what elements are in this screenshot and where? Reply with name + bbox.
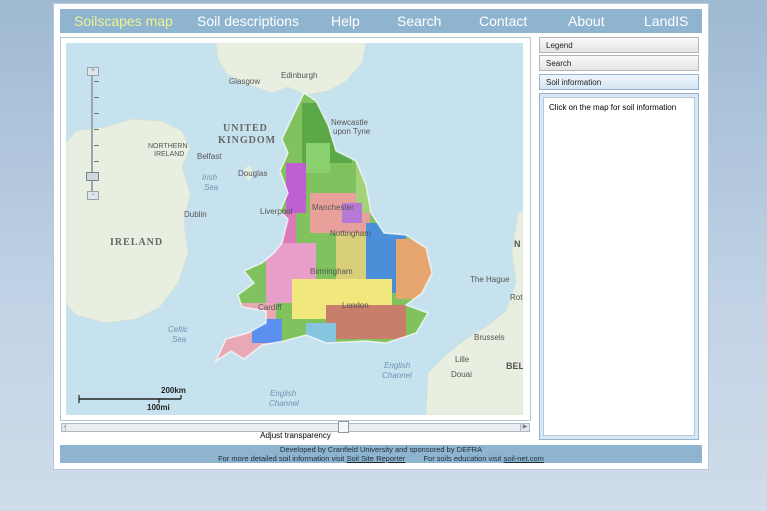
map-label-irish-sea: Sea <box>204 183 219 192</box>
zoom-control: + − <box>86 67 99 200</box>
map-label-ireland: IRELAND <box>110 237 164 248</box>
map-label-belfast: Belfast <box>197 152 222 161</box>
soil-net-link[interactable]: soil-net.com <box>503 454 543 463</box>
map-label-manchester: Manchester <box>312 203 354 212</box>
soil-site-reporter-link[interactable]: Soil Site Reporter <box>346 454 405 463</box>
map-label-the-hague: The Hague <box>470 275 510 284</box>
map-label-liverpool: Liverpool <box>260 207 293 216</box>
map-label-kingdom: KINGDOM <box>218 135 277 146</box>
zoom-slider-handle[interactable] <box>86 172 99 182</box>
nav-help[interactable]: Help <box>331 9 360 33</box>
page-container: Soilscapes map Soil descriptions Help Se… <box>53 3 709 470</box>
map-label-northern: NORTHERN <box>148 143 188 150</box>
zoom-in-button[interactable]: + <box>87 67 99 76</box>
zoom-tick <box>94 97 99 98</box>
map-label-lille: Lille <box>455 355 470 364</box>
nav-contact[interactable]: Contact <box>479 9 527 33</box>
map-label-english-east: English <box>384 361 411 370</box>
nav-landis[interactable]: LandIS <box>644 9 688 33</box>
zoom-tick <box>94 129 99 130</box>
soil-information-content: Click on the map for soil information <box>543 97 695 436</box>
scale-bar: 200km 100mi <box>77 386 207 415</box>
soil-information-message: Click on the map for soil information <box>549 103 677 112</box>
transparency-control: ◀ ▶ Adjust transparency <box>61 420 530 440</box>
footer-soil-site-prefix: For more detailed soil information visit <box>218 453 345 463</box>
map-label-douai: Douai <box>451 370 472 379</box>
map-label-birmingham: Birmingham <box>310 267 353 276</box>
footer: Developed by Cranfield University and sp… <box>60 445 702 463</box>
nav-soil-descriptions[interactable]: Soil descriptions <box>197 9 299 33</box>
soil-information-tab[interactable]: Soil information <box>539 74 699 90</box>
map-label-newcastle: Newcastle <box>331 118 368 127</box>
map-label-london: London <box>342 301 369 310</box>
map-label-upon-tyne: upon Tyne <box>333 127 371 136</box>
main-navigation: Soilscapes map Soil descriptions Help Se… <box>60 9 702 33</box>
map-frame: Glasgow Edinburgh UNITED KINGDOM NORTHER… <box>60 37 531 440</box>
zoom-tick <box>94 145 99 146</box>
map-label-northern-ireland: IRELAND <box>154 151 185 158</box>
map-label-glasgow: Glasgow <box>229 77 261 86</box>
legend-tab[interactable]: Legend <box>539 37 699 53</box>
map-label-edinburgh: Edinburgh <box>281 71 318 80</box>
footer-soil-net-prefix: For soils education visit <box>423 453 502 463</box>
map-label-irish: Irish <box>202 173 218 182</box>
soil-information-panel: Click on the map for soil information <box>539 93 699 440</box>
map-label-netherlands: N <box>514 239 521 249</box>
map-label-douglas: Douglas <box>238 169 268 178</box>
zoom-out-button[interactable]: − <box>87 191 99 200</box>
nav-about[interactable]: About <box>568 9 605 33</box>
map-label-brussels: Brussels <box>474 333 505 342</box>
map-label-celtic-sea: Sea <box>172 335 187 344</box>
zoom-tick <box>94 161 99 162</box>
map-label-channel-east: Channel <box>382 371 412 380</box>
soilscapes-map[interactable]: Glasgow Edinburgh UNITED KINGDOM NORTHER… <box>66 43 523 415</box>
map-label-english-west: English <box>270 389 297 398</box>
footer-links: For more detailed soil information visit… <box>60 453 702 464</box>
map-label-rotterdam: Rot <box>510 293 523 302</box>
map-label-belgium: BEL <box>506 361 523 371</box>
map-label-celtic: Celtic <box>168 325 189 334</box>
map-label-nottingham: Nottingham <box>330 229 371 238</box>
transparency-label: Adjust transparency <box>260 431 331 440</box>
nav-soilscapes-map[interactable]: Soilscapes map <box>74 9 173 33</box>
zoom-tick <box>94 113 99 114</box>
map-label-dublin: Dublin <box>184 210 207 219</box>
map-label-united: UNITED <box>223 123 268 134</box>
search-tab[interactable]: Search <box>539 55 699 71</box>
scale-bar-lines <box>78 395 182 403</box>
sidebar: Legend Search Soil information Click on … <box>539 37 699 440</box>
map-label-channel-west: Channel <box>269 399 299 408</box>
nav-search[interactable]: Search <box>397 9 441 33</box>
scale-label-mi: 100mi <box>147 403 170 412</box>
map-label-cardiff: Cardiff <box>258 303 282 312</box>
zoom-tick <box>94 81 99 82</box>
